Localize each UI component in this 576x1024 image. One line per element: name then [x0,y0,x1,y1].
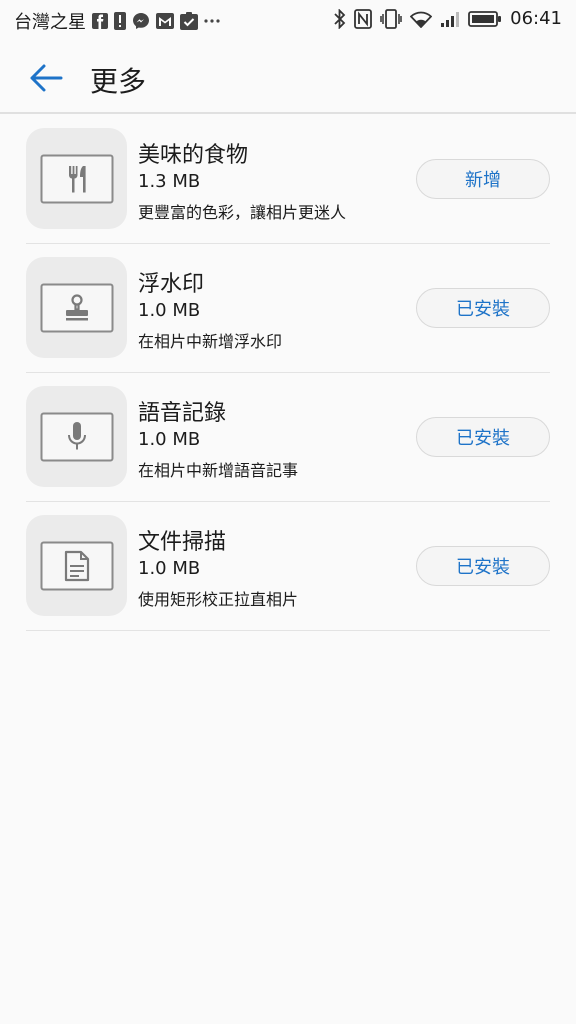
item-size: 1.3 MB [138,171,201,192]
item-description: 使用矩形校正拉直相片 [138,590,299,609]
microphone-icon [40,412,113,461]
wifi-icon [410,10,433,28]
vibrate-icon [380,8,402,29]
item-thumbnail [26,386,127,487]
messenger-icon [132,12,150,30]
list-item-voice-note: 語音記錄 1.0 MB 在相片中新增語音記事 已安裝 [26,373,550,502]
item-description: 在相片中新增浮水印 [138,332,283,351]
task-icon [180,12,198,30]
signal-icon [440,10,460,28]
gmail-icon [156,13,174,29]
item-thumbnail [26,515,127,616]
item-title: 文件掃描 [138,530,227,555]
back-arrow-icon [30,64,63,92]
add-button[interactable]: 新增 [416,159,550,199]
page-title: 更多 [90,65,147,98]
item-thumbnail [26,257,127,358]
battery-icon [468,10,502,28]
more-notifications-icon [204,18,220,24]
bluetooth-icon [334,8,346,29]
installed-button[interactable]: 已安裝 [416,288,550,328]
installed-button[interactable]: 已安裝 [416,546,550,586]
app-bar: 更多 [0,40,576,114]
list-item-food: 美味的食物 1.3 MB 更豐富的色彩，讓相片更迷人 新增 [26,115,550,244]
item-thumbnail [26,128,127,229]
item-size: 1.0 MB [138,300,201,321]
mode-list: 美味的食物 1.3 MB 更豐富的色彩，讓相片更迷人 新增 浮水印 1.0 MB… [26,115,550,631]
item-title: 美味的食物 [138,143,249,168]
item-size: 1.0 MB [138,558,201,579]
status-bar-right: 06:41 [334,8,562,29]
fork-knife-icon [40,154,113,203]
document-icon [40,541,113,590]
item-description: 更豐富的色彩，讓相片更迷人 [138,203,347,222]
carrier-name: 台灣之星 [14,12,86,33]
item-title: 語音記錄 [138,401,227,426]
item-size: 1.0 MB [138,429,201,450]
list-item-doc-scan: 文件掃描 1.0 MB 使用矩形校正拉直相片 已安裝 [26,502,550,631]
clock: 06:41 [510,8,562,29]
nfc-icon [354,8,373,29]
status-bar: 台灣之星 06:41 [0,0,576,40]
installed-button[interactable]: 已安裝 [416,417,550,457]
list-item-watermark: 浮水印 1.0 MB 在相片中新增浮水印 已安裝 [26,244,550,373]
status-bar-left: 台灣之星 [14,8,220,34]
item-title: 浮水印 [138,272,205,297]
stamp-icon [40,283,113,332]
back-button[interactable] [26,58,66,98]
facebook-icon [92,13,108,29]
alert-icon [114,12,126,30]
item-description: 在相片中新增語音記事 [138,461,299,480]
